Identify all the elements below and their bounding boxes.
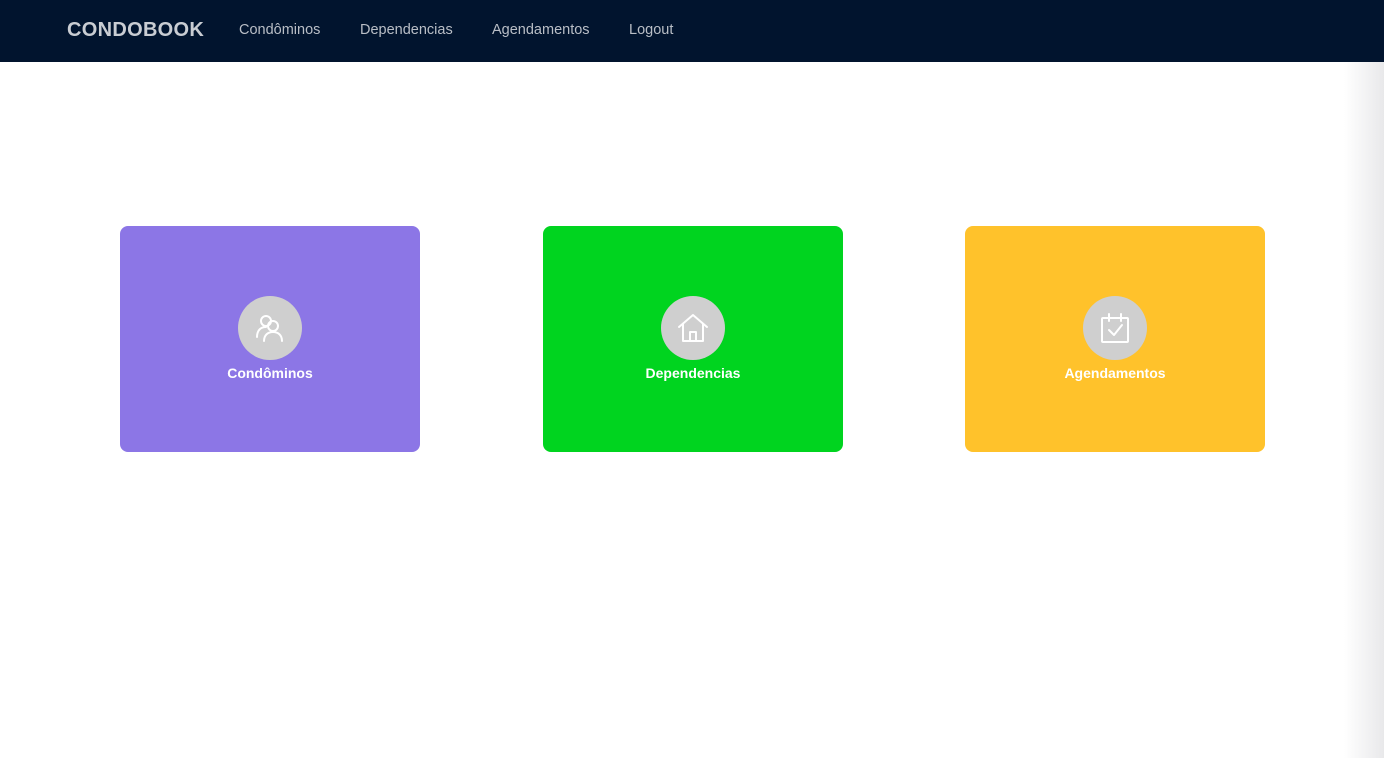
home-icon bbox=[678, 314, 708, 342]
top-navbar: CONDOBOOK Condôminos Dependencias Agenda… bbox=[0, 0, 1384, 62]
nav-link-logout[interactable]: Logout bbox=[629, 21, 673, 39]
icon-circle bbox=[1083, 296, 1147, 360]
nav-link-condominos[interactable]: Condôminos bbox=[239, 21, 320, 39]
right-edge-shadow bbox=[1344, 62, 1384, 758]
card-label: Condôminos bbox=[227, 365, 313, 381]
icon-circle bbox=[661, 296, 725, 360]
nav-link-dependencias[interactable]: Dependencias bbox=[360, 21, 453, 39]
card-agendamentos[interactable]: Agendamentos bbox=[965, 226, 1265, 452]
users-icon bbox=[256, 315, 283, 342]
calendar-check-icon bbox=[1101, 313, 1129, 343]
brand-logo[interactable]: CONDOBOOK bbox=[67, 18, 204, 42]
card-dependencias[interactable]: Dependencias bbox=[543, 226, 843, 452]
nav-link-agendamentos[interactable]: Agendamentos bbox=[492, 21, 590, 39]
card-label: Dependencias bbox=[645, 365, 741, 381]
icon-circle bbox=[238, 296, 302, 360]
card-label: Agendamentos bbox=[1064, 365, 1166, 381]
card-condominos[interactable]: Condôminos bbox=[120, 226, 420, 452]
